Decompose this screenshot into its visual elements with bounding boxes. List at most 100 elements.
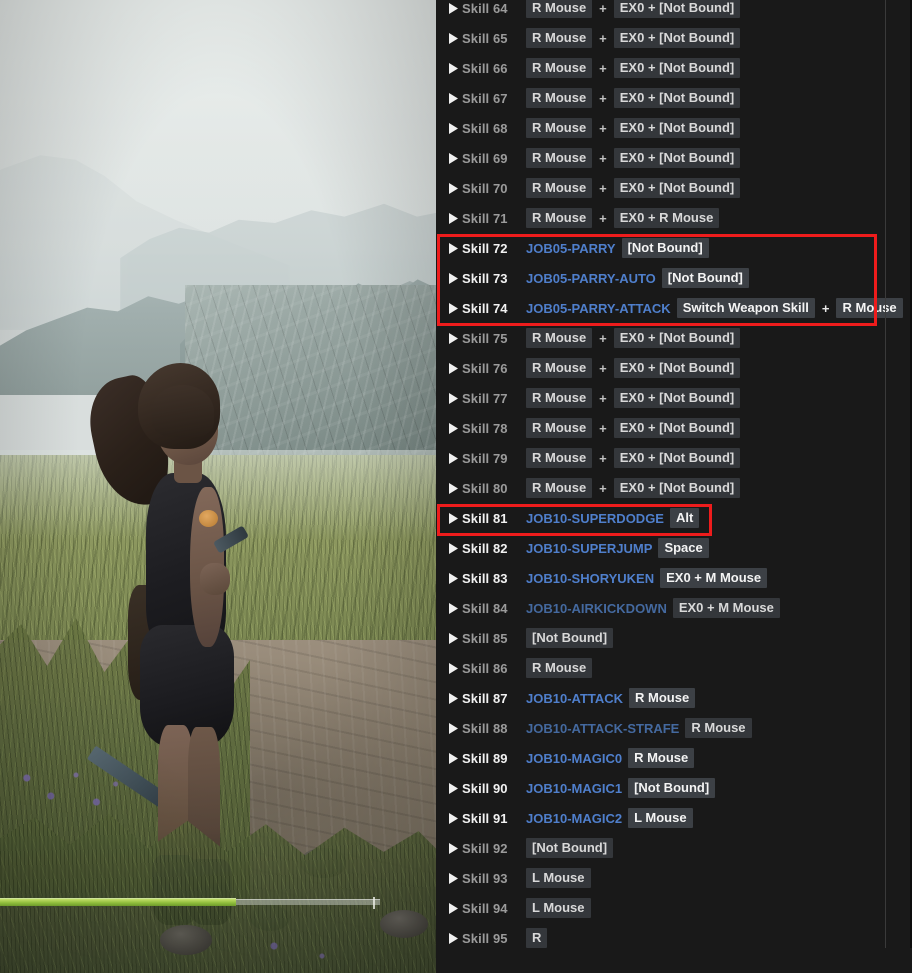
key-binding-badge[interactable]: R Mouse [526, 418, 593, 438]
skill-binding-row[interactable]: Skill 82 JOB10-SUPERJUMP Space [436, 533, 886, 563]
key-binding-badge[interactable]: R [526, 928, 548, 948]
expand-arrow-icon[interactable] [444, 512, 462, 524]
key-binding-badge[interactable]: EX0 + R Mouse [613, 208, 720, 228]
skill-binding-row[interactable]: Skill 94 L Mouse [436, 893, 886, 923]
skill-binding-row[interactable]: Skill 79 R Mouse + EX0 + [Not Bound] [436, 443, 886, 473]
skill-binding-row[interactable]: Skill 71 R Mouse + EX0 + R Mouse [436, 203, 886, 233]
skill-bindings-panel[interactable]: Skill 64 R Mouse + EX0 + [Not Bound] Skill 6… [436, 0, 912, 973]
skill-binding-row[interactable]: Skill 83 JOB10-SHORYUKEN EX0 + M Mouse [436, 563, 886, 593]
key-binding-badge[interactable]: R Mouse [526, 178, 593, 198]
skill-binding-row[interactable]: Skill 66 R Mouse + EX0 + [Not Bound] [436, 53, 886, 83]
key-binding-badge[interactable]: R Mouse [526, 448, 593, 468]
key-binding-badge[interactable]: R Mouse [526, 388, 593, 408]
key-binding-badge[interactable]: EX0 + M Mouse [660, 568, 768, 588]
key-binding-badge[interactable]: [Not Bound] [661, 268, 749, 288]
expand-arrow-icon[interactable] [444, 362, 462, 374]
key-binding-badge[interactable]: EX0 + [Not Bound] [613, 88, 741, 108]
skill-binding-row[interactable]: Skill 90 JOB10-MAGIC1 [Not Bound] [436, 773, 886, 803]
expand-arrow-icon[interactable] [444, 662, 462, 674]
expand-arrow-icon[interactable] [444, 542, 462, 554]
expand-arrow-icon[interactable] [444, 272, 462, 284]
expand-arrow-icon[interactable] [444, 62, 462, 74]
skill-binding-row[interactable]: Skill 68 R Mouse + EX0 + [Not Bound] [436, 113, 886, 143]
key-binding-badge[interactable]: R Mouse [526, 478, 593, 498]
expand-arrow-icon[interactable] [444, 122, 462, 134]
skill-binding-row[interactable]: Skill 87 JOB10-ATTACK R Mouse [436, 683, 886, 713]
key-binding-badge[interactable]: EX0 + [Not Bound] [613, 448, 741, 468]
expand-arrow-icon[interactable] [444, 902, 462, 914]
key-binding-badge[interactable]: [Not Bound] [621, 238, 709, 258]
skill-binding-row[interactable]: Skill 72 JOB05-PARRY [Not Bound] [436, 233, 886, 263]
skill-binding-row[interactable]: Skill 70 R Mouse + EX0 + [Not Bound] [436, 173, 886, 203]
key-binding-badge[interactable]: EX0 + [Not Bound] [613, 358, 741, 378]
expand-arrow-icon[interactable] [444, 602, 462, 614]
expand-arrow-icon[interactable] [444, 572, 462, 584]
skill-binding-row[interactable]: Skill 93 L Mouse [436, 863, 886, 893]
expand-arrow-icon[interactable] [444, 392, 462, 404]
expand-arrow-icon[interactable] [444, 422, 462, 434]
key-binding-badge[interactable]: EX0 + [Not Bound] [613, 28, 741, 48]
expand-arrow-icon[interactable] [444, 812, 462, 824]
key-binding-badge[interactable]: L Mouse [628, 808, 693, 828]
skill-binding-row[interactable]: Skill 75 R Mouse + EX0 + [Not Bound] [436, 323, 886, 353]
skill-binding-row[interactable]: Skill 92 [Not Bound] [436, 833, 886, 863]
key-binding-badge[interactable]: L Mouse [526, 898, 591, 918]
skill-binding-row[interactable]: Skill 91 JOB10-MAGIC2 L Mouse [436, 803, 886, 833]
key-binding-badge[interactable]: EX0 + [Not Bound] [613, 178, 741, 198]
skill-binding-row[interactable]: Skill 78 R Mouse + EX0 + [Not Bound] [436, 413, 886, 443]
skill-binding-row[interactable]: Skill 77 R Mouse + EX0 + [Not Bound] [436, 383, 886, 413]
key-binding-badge[interactable]: R Mouse [526, 658, 593, 678]
key-binding-badge[interactable]: EX0 + [Not Bound] [613, 0, 741, 18]
skill-binding-row[interactable]: Skill 65 R Mouse + EX0 + [Not Bound] [436, 23, 886, 53]
expand-arrow-icon[interactable] [444, 692, 462, 704]
skill-binding-row[interactable]: Skill 76 R Mouse + EX0 + [Not Bound] [436, 353, 886, 383]
skill-binding-row[interactable]: Skill 89 JOB10-MAGIC0 R Mouse [436, 743, 886, 773]
key-binding-badge[interactable]: R Mouse [526, 58, 593, 78]
expand-arrow-icon[interactable] [444, 752, 462, 764]
key-binding-badge[interactable]: EX0 + M Mouse [672, 598, 780, 618]
skill-binding-row[interactable]: Skill 95 R [436, 923, 886, 953]
key-binding-badge[interactable]: R Mouse [628, 748, 695, 768]
expand-arrow-icon[interactable] [444, 242, 462, 254]
expand-arrow-icon[interactable] [444, 152, 462, 164]
expand-arrow-icon[interactable] [444, 482, 462, 494]
key-binding-badge[interactable]: R Mouse [685, 718, 752, 738]
expand-arrow-icon[interactable] [444, 92, 462, 104]
skill-binding-row[interactable]: Skill 86 R Mouse [436, 653, 886, 683]
expand-arrow-icon[interactable] [444, 932, 462, 944]
key-binding-badge[interactable]: EX0 + [Not Bound] [613, 148, 741, 168]
expand-arrow-icon[interactable] [444, 722, 462, 734]
key-binding-badge[interactable]: Alt [669, 508, 700, 528]
skill-binding-row[interactable]: Skill 73 JOB05-PARRY-AUTO [Not Bound] [436, 263, 886, 293]
expand-arrow-icon[interactable] [444, 632, 462, 644]
skill-binding-row[interactable]: Skill 85 [Not Bound] [436, 623, 886, 653]
skill-rows-container[interactable]: Skill 64 R Mouse + EX0 + [Not Bound] Skill 6… [436, 0, 903, 973]
expand-arrow-icon[interactable] [444, 212, 462, 224]
expand-arrow-icon[interactable] [444, 182, 462, 194]
key-binding-badge[interactable]: [Not Bound] [526, 838, 614, 858]
skill-binding-row[interactable]: Skill 67 R Mouse + EX0 + [Not Bound] [436, 83, 886, 113]
expand-arrow-icon[interactable] [444, 332, 462, 344]
key-binding-badge[interactable]: R Mouse [526, 208, 593, 228]
skill-binding-row[interactable]: Skill 64 R Mouse + EX0 + [Not Bound] [436, 0, 886, 23]
skill-binding-row[interactable]: Skill 69 R Mouse + EX0 + [Not Bound] [436, 143, 886, 173]
key-binding-badge[interactable]: EX0 + [Not Bound] [613, 418, 741, 438]
key-binding-badge[interactable]: R Mouse [836, 298, 903, 318]
expand-arrow-icon[interactable] [444, 302, 462, 314]
expand-arrow-icon[interactable] [444, 32, 462, 44]
key-binding-badge[interactable]: EX0 + [Not Bound] [613, 118, 741, 138]
skill-binding-row[interactable]: Skill 84 JOB10-AIRKICKDOWN EX0 + M Mouse [436, 593, 886, 623]
key-binding-badge[interactable]: EX0 + [Not Bound] [613, 328, 741, 348]
key-binding-badge[interactable]: R Mouse [629, 688, 696, 708]
key-binding-badge[interactable]: EX0 + [Not Bound] [613, 388, 741, 408]
key-binding-badge[interactable]: L Mouse [526, 868, 591, 888]
skill-binding-row[interactable]: Skill 80 R Mouse + EX0 + [Not Bound] [436, 473, 886, 503]
key-binding-badge[interactable]: R Mouse [526, 28, 593, 48]
key-binding-badge[interactable]: Switch Weapon Skill [676, 298, 815, 318]
key-binding-badge[interactable]: [Not Bound] [526, 628, 614, 648]
key-binding-badge[interactable]: R Mouse [526, 88, 593, 108]
key-binding-badge[interactable]: Space [658, 538, 709, 558]
expand-arrow-icon[interactable] [444, 782, 462, 794]
key-binding-badge[interactable]: R Mouse [526, 148, 593, 168]
expand-arrow-icon[interactable] [444, 842, 462, 854]
